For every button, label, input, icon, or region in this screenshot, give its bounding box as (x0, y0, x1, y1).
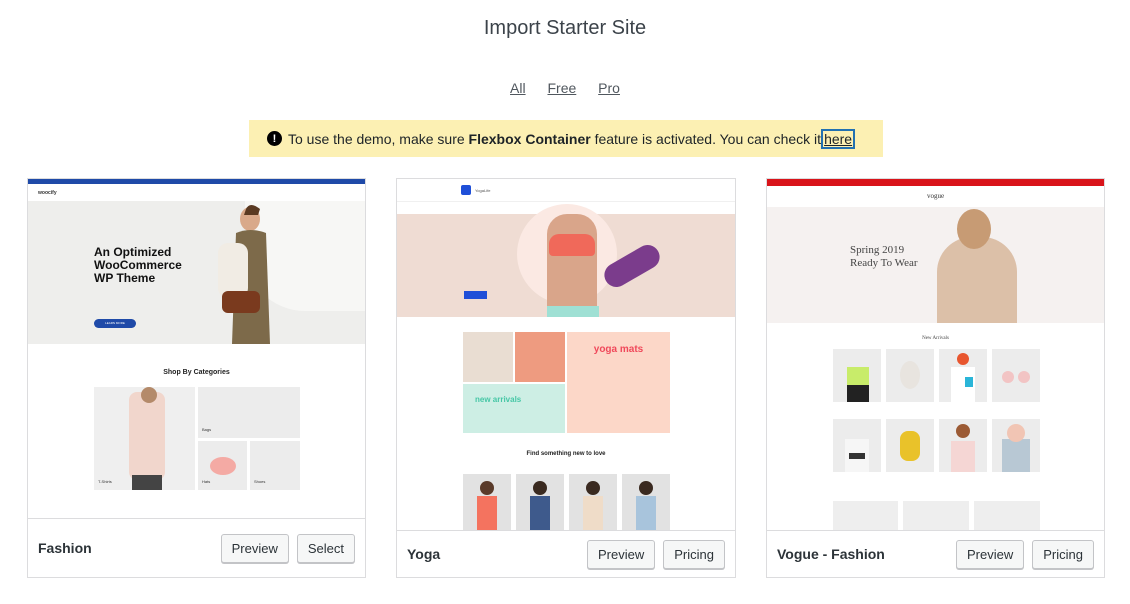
preview-product-row (463, 474, 670, 531)
preview-section-title: New Arrivals (922, 336, 949, 341)
filter-all[interactable]: All (510, 80, 526, 96)
select-button[interactable]: Select (296, 533, 355, 563)
site-preview-thumbnail[interactable]: woocify An Optimized WooCommerce WP Them… (28, 179, 365, 519)
preview-hero-heading: Spring 2019 Ready To Wear (850, 244, 918, 269)
preview-brand: YogaLife (475, 187, 491, 193)
preview-header: YogaLife (397, 179, 735, 201)
category-label: Hats (202, 479, 211, 484)
site-name: Yoga (407, 546, 441, 562)
notice-text-before: To use the demo, make sure (288, 130, 469, 147)
category-label: Bags (202, 427, 212, 432)
notice-here-link[interactable]: here (821, 128, 856, 149)
category-label: T-Shirts (98, 479, 112, 484)
notice-bold-text: Flexbox Container (468, 130, 591, 147)
card-footer: Yoga Preview Pricing (397, 530, 735, 577)
preview-hero-cta: LEARN MORE (94, 319, 136, 328)
site-name: Fashion (38, 540, 92, 556)
preview-button[interactable]: Preview (587, 539, 656, 569)
site-name: Vogue - Fashion (777, 546, 885, 562)
category-label: Shoes (254, 479, 266, 484)
filter-free[interactable]: Free (547, 80, 576, 96)
preview-hero-heading: An Optimized WooCommerce WP Theme (94, 245, 182, 285)
preview-section-title: Find something new to love (526, 451, 606, 457)
preview-category-grid: T-Shirts Bags Hats Shoes (94, 387, 300, 490)
tile-yoga-mats: yoga mats (567, 332, 670, 433)
page-title: Import Starter Site (483, 17, 647, 39)
preview-hero-cta (464, 291, 487, 299)
card-footer: Vogue - Fashion Preview Pricing (767, 530, 1104, 577)
preview-hero: Spring 2019 Ready To Wear (767, 207, 1104, 323)
starter-site-card-fashion: woocify An Optimized WooCommerce WP Them… (27, 178, 366, 578)
preview-product-grid (833, 349, 1040, 489)
filter-tabs: All Free Pro (0, 80, 1130, 96)
starter-site-card-yoga: YogaLife new arrivals yoga mats Find som… (396, 178, 736, 578)
notice-text-after: feature is activated. You can check it (590, 130, 822, 147)
preview-logo: woocify (38, 189, 57, 196)
pricing-button[interactable]: Pricing (663, 539, 725, 569)
preview-button[interactable]: Preview (220, 533, 289, 563)
preview-logo: vogue (926, 192, 945, 200)
preview-tile-grid: new arrivals yoga mats (463, 332, 670, 433)
model-image (218, 205, 270, 344)
preview-hero: An Optimized WooCommerce WP Theme LEARN … (28, 201, 365, 344)
preview-button[interactable]: Preview (956, 539, 1025, 569)
preview-topbar (767, 179, 1104, 186)
card-footer: Fashion Preview Select (28, 518, 365, 577)
preview-section-title: Shop By Categories (163, 369, 230, 376)
filter-pro[interactable]: Pro (598, 80, 620, 96)
flexbox-notice: ! To use the demo, make sure Flexbox Con… (249, 120, 883, 157)
preview-category-row (833, 501, 1040, 531)
site-preview-thumbnail[interactable]: YogaLife new arrivals yoga mats Find som… (397, 179, 735, 531)
pricing-button[interactable]: Pricing (1032, 539, 1094, 569)
tile-new-arrivals: new arrivals (463, 384, 565, 433)
preview-nav: woocify (28, 184, 365, 201)
exclamation-circle-icon: ! (267, 131, 282, 146)
preview-hero (397, 204, 735, 317)
site-preview-thumbnail[interactable]: vogue Spring 2019 Ready To Wear New Arri… (767, 179, 1104, 531)
starter-site-card-vogue-fashion: vogue Spring 2019 Ready To Wear New Arri… (766, 178, 1105, 578)
preview-logo-icon (461, 185, 471, 195)
